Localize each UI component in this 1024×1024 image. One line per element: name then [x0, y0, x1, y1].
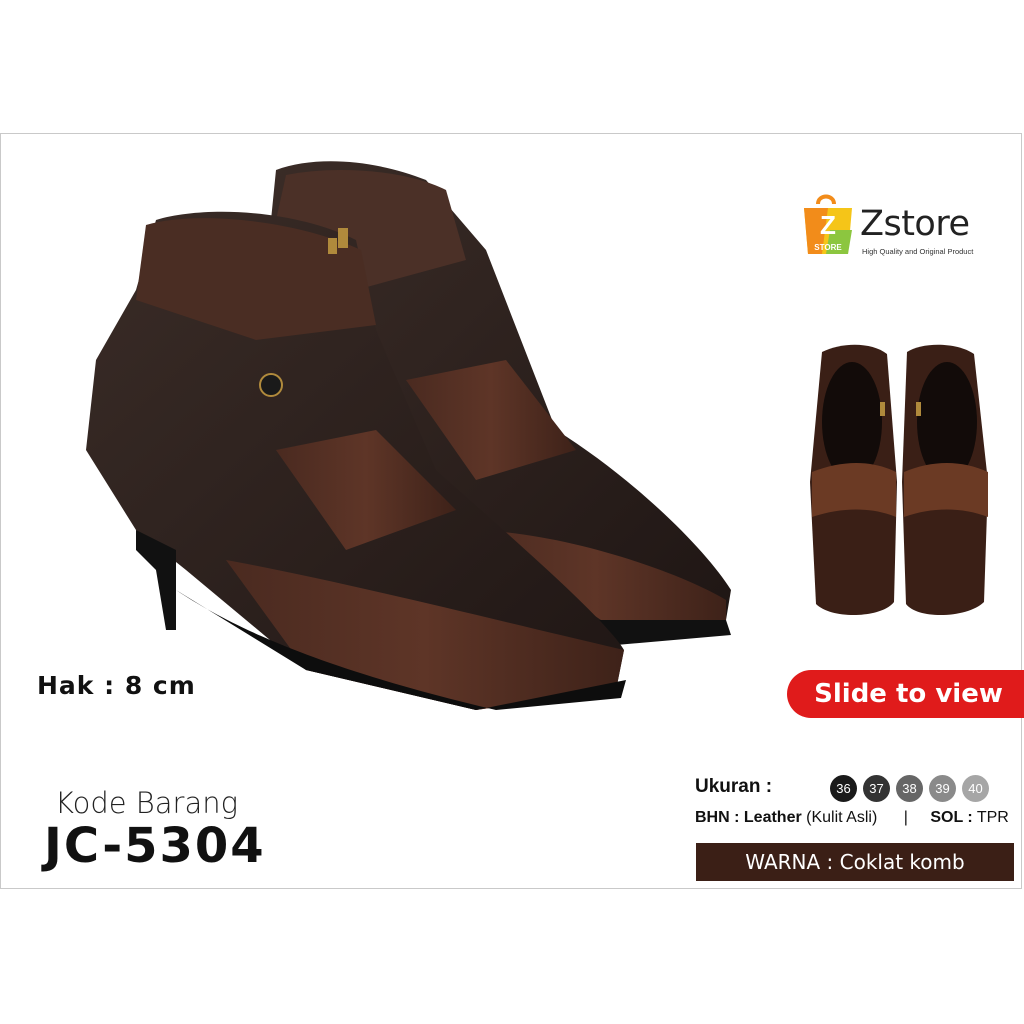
size-option[interactable]: 38: [896, 775, 923, 802]
size-label: Ukuran :: [695, 776, 773, 797]
spec-separator: |: [903, 809, 908, 826]
material-note: (Kulit Asli): [806, 809, 878, 826]
sole-key: SOL :: [930, 809, 973, 826]
material-key: BHN :: [695, 809, 740, 826]
boots-top-view-image: [802, 342, 998, 624]
product-code-label: Kode Barang: [55, 786, 239, 820]
material-value: Leather: [743, 809, 802, 826]
sole-value: TPR: [976, 809, 1009, 826]
boots-hero-image: [76, 150, 746, 730]
shopping-bag-icon: Z STORE: [804, 194, 852, 254]
zstore-logo: Z STORE Zstore High Quality and Original…: [800, 190, 990, 260]
svg-text:STORE: STORE: [814, 243, 842, 252]
size-option[interactable]: 37: [863, 775, 890, 802]
color-banner: WARNA : Coklat komb: [696, 843, 1014, 881]
svg-text:Z: Z: [820, 210, 836, 240]
size-option[interactable]: 39: [929, 775, 956, 802]
material-line: BHN : Leather (Kulit Asli) | SOL : TPR: [695, 809, 1009, 827]
slide-to-view-button[interactable]: Slide to view: [787, 670, 1024, 718]
size-options: 36 37 38 39 40: [830, 775, 989, 802]
brand-tagline: High Quality and Original Product: [862, 247, 974, 256]
brand-name: Zstore: [860, 204, 970, 244]
heel-height-label: Hak : 8 cm: [37, 671, 196, 700]
size-option[interactable]: 36: [830, 775, 857, 802]
size-option[interactable]: 40: [962, 775, 989, 802]
product-code: JC-5304: [44, 818, 266, 874]
